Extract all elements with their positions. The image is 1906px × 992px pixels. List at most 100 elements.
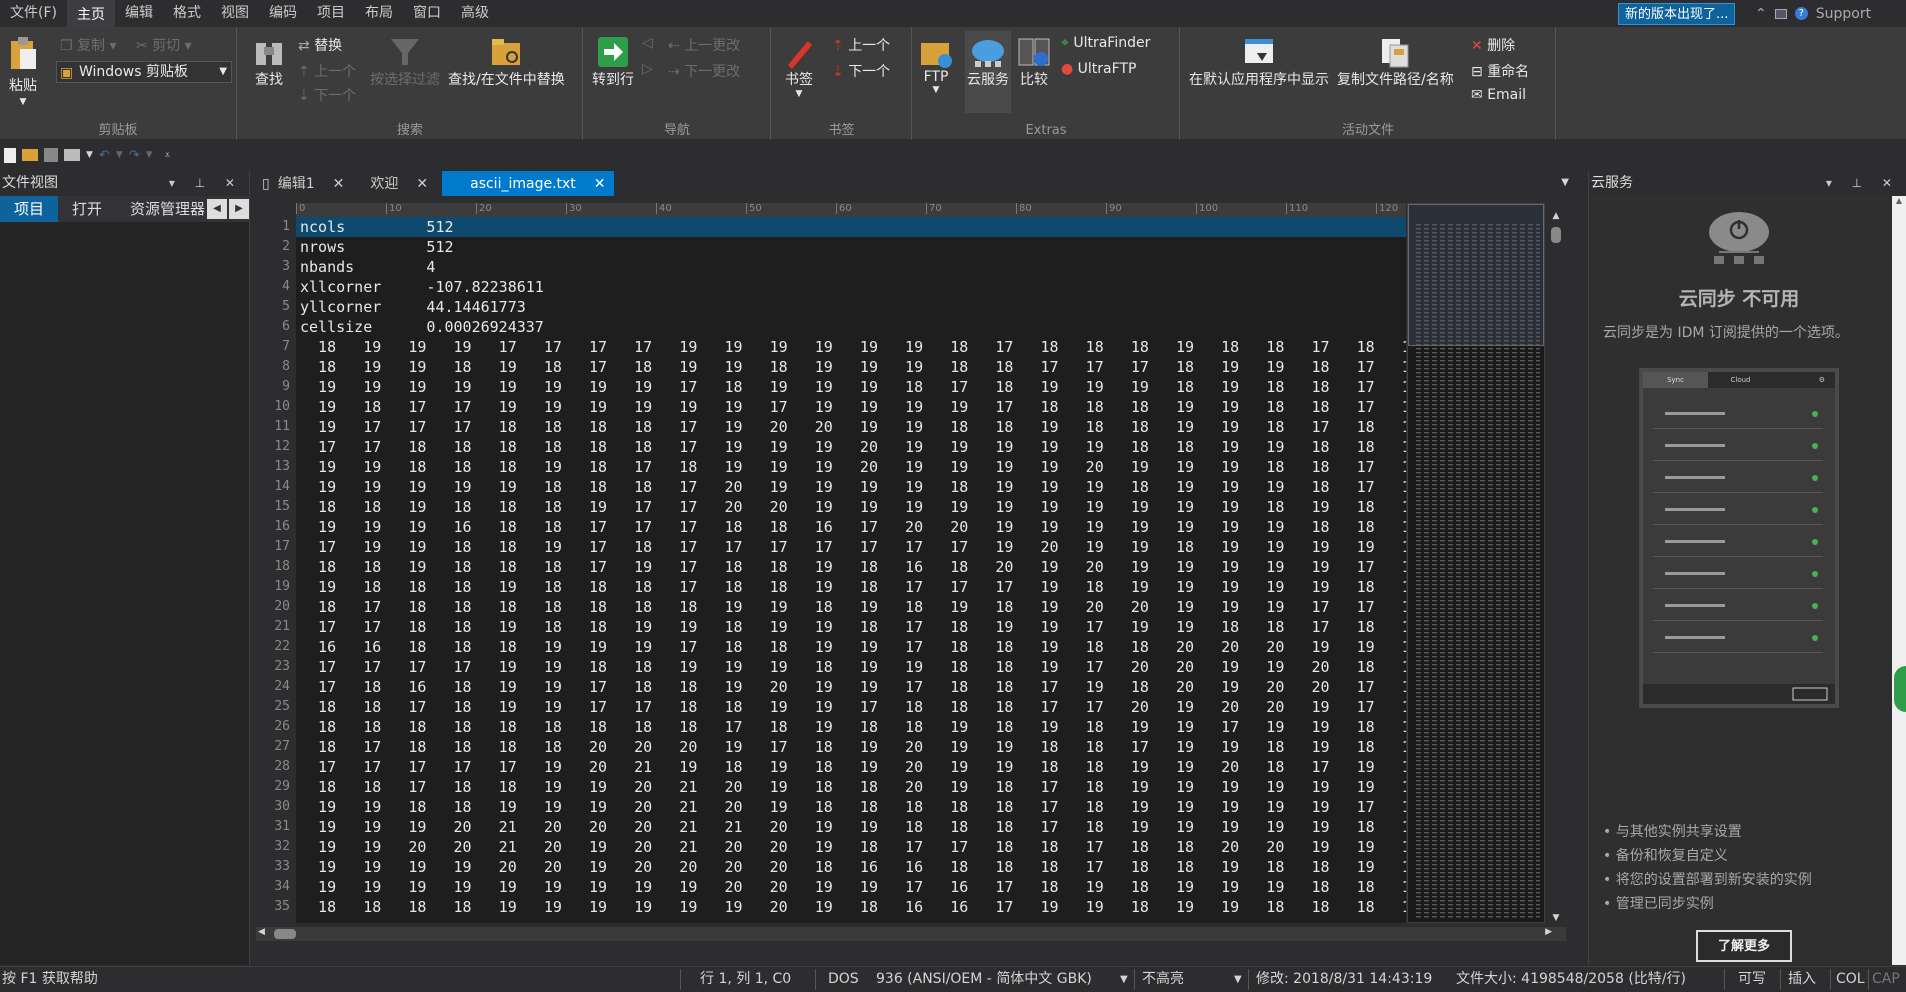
cloud-services-button[interactable]: 云服务 xyxy=(965,31,1011,113)
text-line[interactable]: 16 16 18 18 18 19 19 19 17 18 18 19 19 1… xyxy=(296,637,1406,657)
text-line[interactable]: 19 19 19 16 18 18 17 17 17 18 18 16 17 2… xyxy=(296,517,1406,537)
menu-format[interactable]: 格式 xyxy=(163,0,211,27)
bookmark-next-button[interactable]: ⇣ 下一个 xyxy=(832,61,890,81)
email-button[interactable]: ✉ Email xyxy=(1471,87,1526,103)
menu-encoding[interactable]: 编码 xyxy=(259,0,307,27)
text-line[interactable]: cellsize 0.00026924337 xyxy=(296,317,1406,337)
text-line[interactable]: 19 19 19 19 20 20 19 20 20 20 20 18 16 1… xyxy=(296,857,1406,877)
text-line[interactable]: 18 18 18 18 19 19 19 19 19 19 20 19 18 1… xyxy=(296,897,1406,917)
file-tab[interactable]: 欢迎 ✕ xyxy=(352,171,436,196)
text-line[interactable]: ncols 512 xyxy=(296,217,1406,237)
text-line[interactable]: 17 17 17 17 17 19 20 21 19 18 19 18 19 2… xyxy=(296,757,1406,777)
tab-scroll-right-icon[interactable]: ▶ xyxy=(229,199,249,219)
menu-window[interactable]: 窗口 xyxy=(403,0,451,27)
tab-explorer[interactable]: 资源管理器 xyxy=(116,196,207,222)
close-icon[interactable]: ✕ xyxy=(416,172,428,196)
text-line[interactable]: 17 19 19 18 18 19 17 18 17 17 17 17 17 1… xyxy=(296,537,1406,557)
update-notice[interactable]: 新的版本出现了... xyxy=(1618,3,1736,25)
vertical-scrollbar[interactable]: ▲ ▼ xyxy=(1548,211,1564,923)
save-icon[interactable] xyxy=(44,148,58,162)
layout-icon[interactable] xyxy=(1774,8,1787,19)
highlight-dropdown-icon[interactable]: ▼ xyxy=(1234,967,1242,992)
help-icon[interactable]: ? xyxy=(1794,7,1808,20)
scroll-thumb[interactable] xyxy=(1551,227,1561,243)
cloud-pane-scrollbar[interactable]: ▲ xyxy=(1892,196,1906,965)
replace-button[interactable]: ⇄ 替换 xyxy=(298,35,342,55)
text-line[interactable]: 19 19 18 18 19 19 19 20 21 20 19 18 18 1… xyxy=(296,797,1406,817)
close-icon[interactable]: ✕ xyxy=(594,172,606,196)
scroll-up-icon[interactable]: ▲ xyxy=(1892,196,1906,205)
text-line[interactable]: 19 19 19 20 21 20 20 20 21 21 20 19 19 1… xyxy=(296,817,1406,837)
text-line[interactable]: 19 19 20 20 21 20 19 20 21 20 20 19 18 1… xyxy=(296,837,1406,857)
text-line[interactable]: 19 19 19 19 19 19 19 19 17 18 19 19 19 1… xyxy=(296,377,1406,397)
text-line[interactable]: 19 18 17 17 19 19 19 19 19 19 17 19 19 1… xyxy=(296,397,1406,417)
bookmark-prev-button[interactable]: ⇡ 上一个 xyxy=(832,35,890,55)
cut-button[interactable]: ✂ 剪切 ▾ xyxy=(136,35,192,55)
status-col[interactable]: COL xyxy=(1836,967,1865,992)
scroll-right-icon[interactable]: ▶ xyxy=(1545,927,1552,937)
bookmark-button[interactable]: 书签 ▼ xyxy=(782,35,816,99)
tab-list-dropdown-icon[interactable]: ▼ xyxy=(1561,177,1569,188)
status-writable[interactable]: 可写 xyxy=(1738,967,1766,992)
next-change-button[interactable]: ⇢ 下一更改 xyxy=(668,61,740,81)
scroll-left-icon[interactable]: ◀ xyxy=(258,927,265,937)
text-line[interactable]: 18 17 18 18 18 18 20 20 20 19 17 18 19 2… xyxy=(296,737,1406,757)
text-line[interactable]: 17 17 17 17 19 19 18 18 19 19 19 18 19 1… xyxy=(296,657,1406,677)
text-line[interactable]: 17 17 18 18 18 18 18 18 17 19 19 19 20 1… xyxy=(296,437,1406,457)
support-link[interactable]: Support xyxy=(1816,6,1871,22)
text-line[interactable]: 19 18 18 18 19 18 18 18 17 18 18 19 18 1… xyxy=(296,577,1406,597)
copy-button[interactable]: ❐ 复制 ▾ xyxy=(60,35,117,55)
text-line[interactable]: 18 18 17 18 19 19 17 17 18 18 19 19 17 1… xyxy=(296,697,1406,717)
text-line[interactable]: 17 18 16 18 19 19 17 18 18 19 20 19 19 1… xyxy=(296,677,1406,697)
ftp-dropdown-icon[interactable]: ▼ xyxy=(919,85,953,95)
text-line[interactable]: 18 19 19 18 19 18 17 18 19 19 18 19 19 1… xyxy=(296,357,1406,377)
ultrafinder-button[interactable]: ⌖ UltraFinder xyxy=(1061,35,1150,51)
menu-edit[interactable]: 编辑 xyxy=(115,0,163,27)
file-tab[interactable]: ▯ 编辑1 ✕ xyxy=(256,171,352,196)
text-line[interactable]: 18 18 19 18 18 18 19 17 17 20 20 19 19 1… xyxy=(296,497,1406,517)
menu-file[interactable]: 文件(F) xyxy=(0,0,67,27)
text-line[interactable]: 19 19 18 18 18 19 18 17 18 19 19 19 20 1… xyxy=(296,457,1406,477)
menu-view[interactable]: 视图 xyxy=(211,0,259,27)
copy-path-button[interactable]: 复制文件路径/名称 xyxy=(1337,35,1454,89)
text-line[interactable]: 18 18 18 18 18 18 18 18 18 17 18 19 18 1… xyxy=(296,717,1406,737)
text-line[interactable]: 18 17 18 18 18 18 18 18 18 19 19 18 19 1… xyxy=(296,597,1406,617)
text-line[interactable]: xllcorner -107.82238611 xyxy=(296,277,1406,297)
nav-back-icon[interactable]: ◁ xyxy=(642,35,653,51)
text-line[interactable]: nbands 4 xyxy=(296,257,1406,277)
text-line[interactable]: 17 17 18 18 19 18 18 19 19 18 19 19 18 1… xyxy=(296,617,1406,637)
paste-dropdown-icon[interactable]: ▼ xyxy=(8,97,38,107)
customize-toolbar-icon[interactable]: ⩡ xyxy=(165,150,171,161)
pane-controls[interactable]: ▾ ⊥ ✕ xyxy=(169,171,243,196)
redo-dropdown-icon[interactable]: ▼ xyxy=(146,150,153,160)
prev-change-button[interactable]: ⇠ 上一更改 xyxy=(668,35,740,55)
open-folder-icon[interactable] xyxy=(22,149,38,161)
nav-forward-icon[interactable]: ▷ xyxy=(642,61,653,77)
learn-more-button[interactable]: 了解更多 xyxy=(1696,930,1792,962)
scroll-up-icon[interactable]: ▲ xyxy=(1548,211,1564,225)
text-line[interactable]: 18 18 17 18 18 19 19 20 21 20 19 18 18 2… xyxy=(296,777,1406,797)
menu-layout[interactable]: 布局 xyxy=(355,0,403,27)
text-line[interactable]: 18 18 19 18 18 18 17 19 17 18 18 19 18 1… xyxy=(296,557,1406,577)
ftp-button[interactable]: FTP ▼ xyxy=(919,35,953,95)
text-line[interactable]: 19 17 17 17 18 18 18 18 17 19 20 20 19 1… xyxy=(296,417,1406,437)
delete-button[interactable]: ✕ 删除 xyxy=(1471,35,1515,55)
status-codepage[interactable]: 936 (ANSI/OEM - 简体中文 GBK) xyxy=(876,967,1092,992)
compare-button[interactable]: 比较 xyxy=(1017,35,1051,89)
goto-line-button[interactable]: 转到行 xyxy=(592,35,634,89)
status-highlight[interactable]: 不高亮 xyxy=(1142,967,1184,992)
text-area[interactable]: ncols 512 nrows 512 nbands 4 xllcorner -107… xyxy=(296,217,1406,923)
redo-icon[interactable]: ↷ xyxy=(129,148,140,163)
show-in-default-app-button[interactable]: 在默认应用程序中显示 xyxy=(1189,35,1329,89)
menu-home[interactable]: 主页 xyxy=(66,0,115,27)
codepage-dropdown-icon[interactable]: ▼ xyxy=(1120,967,1128,992)
hscroll-thumb[interactable] xyxy=(274,929,296,939)
status-insert[interactable]: 插入 xyxy=(1788,967,1816,992)
status-position[interactable]: 行 1, 列 1, C0 xyxy=(700,967,791,992)
text-line[interactable]: 18 19 19 19 17 17 17 17 19 19 19 19 19 1… xyxy=(296,337,1406,357)
paste-button[interactable]: 粘贴 ▼ xyxy=(8,35,38,107)
undo-icon[interactable]: ↶ xyxy=(99,148,110,163)
new-file-icon[interactable] xyxy=(4,147,16,163)
print-dropdown-icon[interactable]: ▼ xyxy=(86,150,93,160)
text-line[interactable]: 19 19 19 19 19 18 18 18 17 20 19 19 19 1… xyxy=(296,477,1406,497)
